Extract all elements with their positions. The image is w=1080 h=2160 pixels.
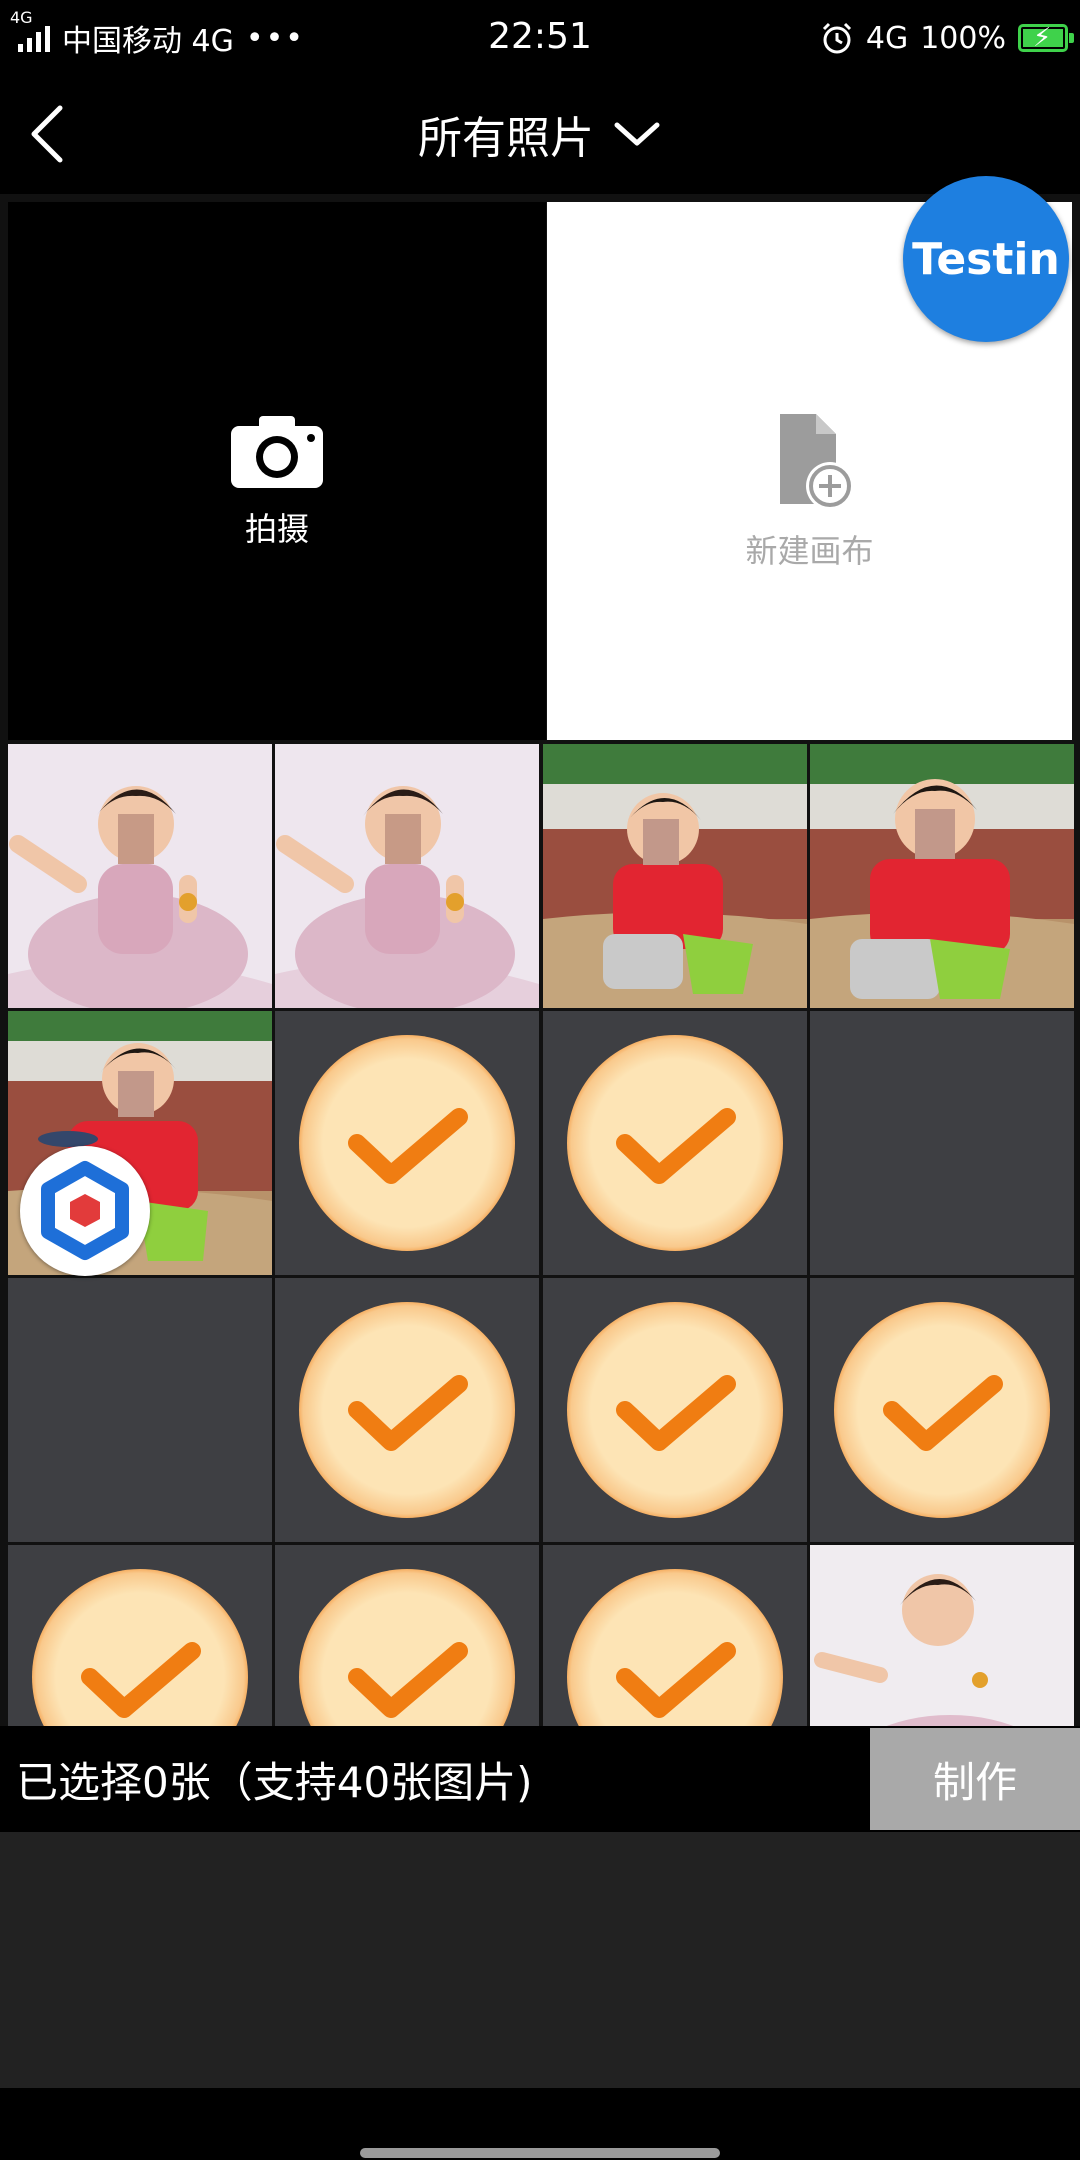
album-selector[interactable]: 所有照片 xyxy=(0,102,1080,166)
check-circle xyxy=(567,1302,783,1518)
check-circle xyxy=(299,1302,515,1518)
battery-icon: ⚡ xyxy=(1018,23,1074,53)
photo-thumbnail[interactable] xyxy=(275,744,539,1008)
photo-thumbnail[interactable] xyxy=(810,744,1074,1008)
baby-photo xyxy=(8,744,272,1008)
empty-cell[interactable] xyxy=(810,1011,1074,1275)
checkmark-icon xyxy=(81,1642,201,1718)
check-circle xyxy=(299,1035,515,1251)
photo-thumbnail[interactable] xyxy=(543,744,807,1008)
check-circle xyxy=(32,1569,248,1726)
check-circle xyxy=(567,1569,783,1726)
check-circle xyxy=(299,1569,515,1726)
selection-cell[interactable] xyxy=(275,1545,539,1726)
selection-cell[interactable] xyxy=(810,1278,1074,1542)
make-button[interactable]: 制作 xyxy=(870,1728,1080,1830)
boy-photo xyxy=(810,744,1074,1008)
selection-cell[interactable] xyxy=(275,1011,539,1275)
selection-cell[interactable] xyxy=(543,1545,807,1726)
chevron-down-icon xyxy=(614,122,660,146)
hexagon-logo-icon xyxy=(41,1161,129,1260)
photo-thumbnail[interactable] xyxy=(8,744,272,1008)
alarm-icon xyxy=(822,22,851,54)
new-file-icon xyxy=(779,414,854,510)
status-bar: 4G 中国移动 4G ••• 22:51 4G 100% ⚡ xyxy=(0,0,1080,76)
testin-floating-button[interactable]: Testin xyxy=(903,176,1069,342)
selection-count-text: 已选择0张（支持40张图片) xyxy=(16,1757,533,1807)
battery-percent: 100% xyxy=(920,20,1006,56)
checkmark-icon xyxy=(348,1375,468,1451)
check-circle xyxy=(567,1035,783,1251)
network-label: 4G xyxy=(865,20,909,56)
empty-cell[interactable] xyxy=(8,1278,272,1542)
checkmark-icon xyxy=(348,1108,468,1184)
home-indicator[interactable] xyxy=(360,2148,720,2158)
camera-label: 拍摄 xyxy=(244,510,309,548)
checkmark-icon xyxy=(616,1642,736,1718)
header-bar: 所有照片 xyxy=(0,76,1080,194)
status-right: 4G 100% ⚡ xyxy=(820,16,1074,60)
bottom-action-bar: 已选择0张（支持40张图片) 制作 xyxy=(0,1726,1080,1832)
checkmark-icon xyxy=(883,1375,1003,1451)
photo-grid: 拍摄 新建画布 xyxy=(0,194,1080,1726)
new-canvas-label: 新建画布 xyxy=(745,532,874,570)
check-circle xyxy=(834,1302,1050,1518)
checkmark-icon xyxy=(348,1642,468,1718)
checkmark-icon xyxy=(616,1108,736,1184)
boy-photo xyxy=(543,744,807,1008)
baby-photo xyxy=(810,1545,1074,1726)
camera-icon xyxy=(231,416,323,488)
floating-assistant-button[interactable] xyxy=(20,1146,150,1276)
baby-photo xyxy=(275,744,539,1008)
bottom-empty-area xyxy=(0,1832,1080,2088)
selection-cell[interactable] xyxy=(543,1278,807,1542)
page-title: 所有照片 xyxy=(418,113,594,164)
photo-thumbnail[interactable] xyxy=(810,1545,1074,1726)
camera-tile[interactable]: 拍摄 xyxy=(8,202,546,740)
selection-cell[interactable] xyxy=(8,1545,272,1726)
selection-cell[interactable] xyxy=(543,1011,807,1275)
selection-cell[interactable] xyxy=(275,1278,539,1542)
checkmark-icon xyxy=(616,1375,736,1451)
